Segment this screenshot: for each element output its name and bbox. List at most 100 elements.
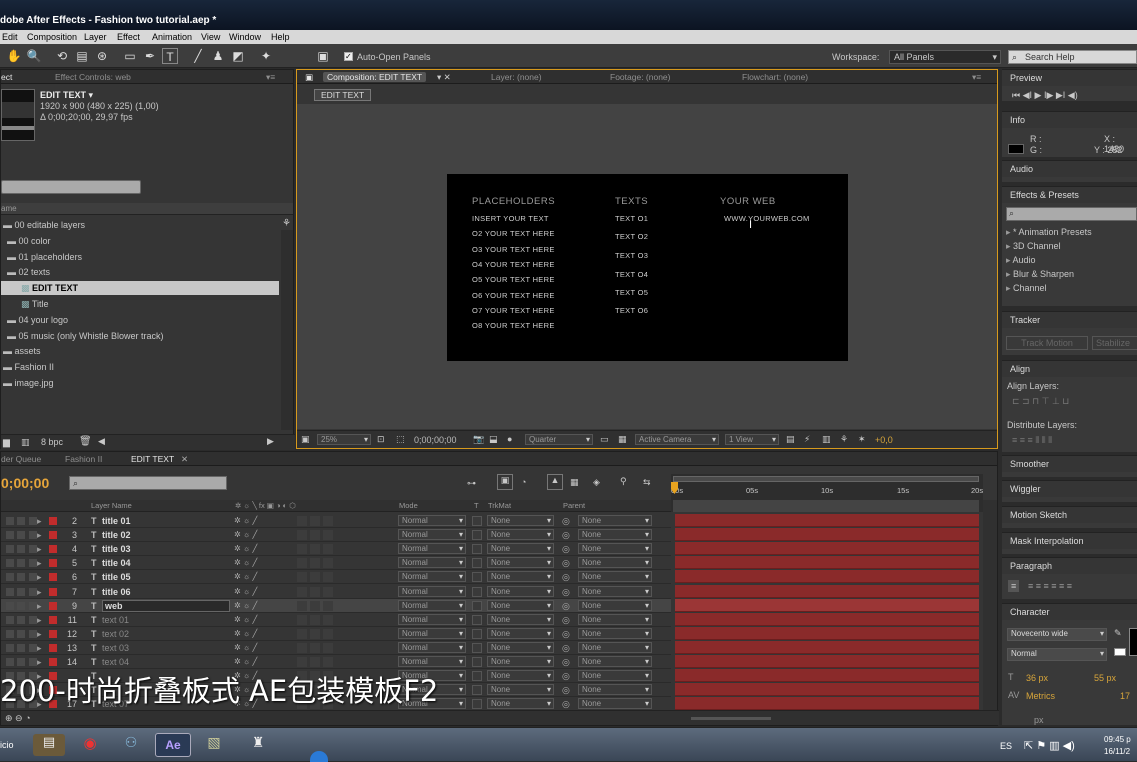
parent-select[interactable]: None <box>578 529 652 541</box>
preview-header[interactable]: Preview <box>1002 70 1137 86</box>
brush-tool-icon[interactable]: ╱ <box>190 48 206 64</box>
tab-project[interactable]: ect <box>1 72 12 82</box>
layer-switches-icons[interactable]: ✲ ☼ ╱ <box>234 514 257 528</box>
mask-interpolation-header[interactable]: Mask Interpolation <box>1002 533 1137 549</box>
project-item[interactable]: ▬ 00 color <box>1 234 279 248</box>
layer-name[interactable]: text 01 <box>102 613 129 627</box>
info-header[interactable]: Info <box>1002 112 1137 128</box>
placeholder-text[interactable]: O2 YOUR TEXT HERE <box>472 229 555 238</box>
layer-row[interactable]: ▸ 3 Ttitle 02 ✲ ☼ ╱ Normal None ◎ None <box>1 528 671 543</box>
expand-arrow-icon[interactable]: ▸ <box>37 613 42 627</box>
clock-time[interactable]: 09:45 p <box>1104 735 1131 744</box>
layer-row[interactable]: ▸ 11 Ttext 01 ✲ ☼ ╱ Normal None ◎ None <box>1 613 671 627</box>
project-item[interactable]: ▬ 05 music (only Whistle Blower track) <box>1 329 279 343</box>
live-update-icon[interactable]: ⇆ <box>643 477 651 488</box>
expand-arrow-icon[interactable]: ▸ <box>37 599 42 613</box>
tracking-value[interactable]: 17 <box>1120 691 1130 701</box>
layer-name[interactable]: title 01 <box>102 514 131 528</box>
timeline-icon[interactable]: ▥ <box>822 434 831 445</box>
expand-arrow-icon[interactable]: ▸ <box>37 556 42 570</box>
switch-box[interactable] <box>310 572 320 583</box>
blend-mode-select[interactable]: Normal <box>398 529 466 541</box>
paragraph-align-icons[interactable]: ≡ ≡ ≡ ≡ ≡ ≡ <box>1028 581 1072 591</box>
switch-box[interactable] <box>310 586 320 597</box>
layer-switches-icons[interactable]: ✲ ☼ ╱ <box>234 599 257 613</box>
layer-name[interactable]: title 06 <box>102 585 131 599</box>
layer-switches-icons[interactable]: ✲ ☼ ╱ <box>234 641 257 655</box>
video-toggle[interactable] <box>6 531 14 540</box>
pickwhip-icon[interactable]: ◎ <box>562 613 570 627</box>
switch-box[interactable] <box>323 544 333 555</box>
expand-arrow-icon[interactable]: ▸ <box>1006 241 1013 251</box>
camera-select[interactable]: Active Camera <box>635 434 719 445</box>
start-button[interactable]: icio <box>0 740 14 750</box>
pickwhip-icon[interactable]: ◎ <box>562 542 570 556</box>
text-tool-icon[interactable]: T <box>162 48 178 64</box>
switch-box[interactable] <box>297 586 307 597</box>
layer-name-header[interactable]: Layer Name <box>91 500 132 512</box>
video-toggle[interactable] <box>6 573 14 582</box>
distribute-buttons-icons[interactable]: ≡ ≡ ≡ ⦀ ⦀ ⦀ <box>1012 435 1052 446</box>
menu-window[interactable]: Window <box>229 32 261 42</box>
roi-icon[interactable]: ▭ <box>600 434 609 445</box>
layer-name[interactable]: text 02 <box>102 627 129 641</box>
label-color-swatch[interactable] <box>49 517 57 525</box>
comp-canvas[interactable]: PLACEHOLDERS TEXTS YOUR WEB INSERT YOUR … <box>447 174 848 361</box>
video-toggle[interactable] <box>6 601 14 610</box>
video-toggle[interactable] <box>6 629 14 638</box>
parent-select[interactable]: None <box>578 670 652 682</box>
video-toggle[interactable] <box>6 587 14 596</box>
pickwhip-icon[interactable]: ◎ <box>562 655 570 669</box>
preserve-transparency-checkbox[interactable] <box>472 600 482 611</box>
expand-arrow-icon[interactable]: ▸ <box>37 641 42 655</box>
panel-menu-icon[interactable]: ▾≡ <box>266 72 275 83</box>
project-item[interactable]: ▬ 02 texts <box>1 265 279 279</box>
lock-toggle[interactable] <box>29 643 37 652</box>
expand-arrow-icon[interactable]: ▸ <box>1006 283 1013 293</box>
web-text[interactable]: WWW.YOURWEB.COM <box>724 214 810 223</box>
eraser-tool-icon[interactable]: ◩ <box>230 48 246 64</box>
language-indicator[interactable]: ES <box>1000 741 1012 751</box>
comp-timecode[interactable]: 0;00;00;00 <box>414 435 457 445</box>
track-motion-button[interactable]: Track Motion <box>1006 336 1088 350</box>
lock-icon[interactable]: ▣ <box>305 72 313 83</box>
view-layout-select[interactable]: 1 View <box>725 434 779 445</box>
comp-mini-flowchart-icon[interactable]: ⊶ <box>467 478 476 489</box>
switch-box[interactable] <box>310 516 320 526</box>
channels-icon[interactable]: ● <box>507 434 512 444</box>
pickwhip-icon[interactable]: ◎ <box>562 570 570 584</box>
preserve-transparency-checkbox[interactable] <box>472 530 482 541</box>
layer-name[interactable]: web <box>102 599 230 612</box>
fast-preview-icon[interactable]: ⚡ <box>804 434 810 445</box>
blend-mode-select[interactable]: Normal <box>398 585 466 597</box>
preserve-transparency-checkbox[interactable] <box>472 558 482 569</box>
placeholder-text[interactable]: O8 YOUR TEXT HERE <box>472 321 555 330</box>
comp-dropdown-icon[interactable]: ▾ ✕ <box>437 72 451 83</box>
brainstorm-icon[interactable]: ◈ <box>593 477 600 488</box>
expand-arrow-icon[interactable]: ▸ <box>37 627 42 641</box>
switch-box[interactable] <box>297 642 307 653</box>
preserve-transparency-checkbox[interactable] <box>472 657 482 667</box>
solo-toggle[interactable] <box>17 559 25 568</box>
parent-select[interactable]: None <box>578 599 652 611</box>
switch-box[interactable] <box>323 628 333 639</box>
preserve-transparency-checkbox[interactable] <box>472 699 482 710</box>
pickwhip-icon[interactable]: ◎ <box>562 585 570 599</box>
video-toggle[interactable] <box>6 643 14 652</box>
project-item[interactable]: ▬ Fashion II <box>1 360 279 374</box>
layer-duration-bar[interactable] <box>675 655 979 668</box>
pickwhip-icon[interactable]: ◎ <box>562 683 570 697</box>
blend-mode-select[interactable]: Normal <box>398 599 466 611</box>
lock-toggle[interactable] <box>29 531 37 540</box>
parent-select[interactable]: None <box>578 571 652 583</box>
solo-toggle[interactable] <box>17 658 25 666</box>
kerning-value[interactable]: Metrics <box>1026 691 1055 701</box>
placeholder-text[interactable]: O6 YOUR TEXT HERE <box>472 291 555 300</box>
comp-breadcrumb[interactable]: EDIT TEXT <box>314 89 372 101</box>
preview-controls-icons[interactable]: ⏮ ◀I ▶ I▶ ▶I ◀) <box>1012 90 1078 101</box>
paragraph-header[interactable]: Paragraph <box>1002 558 1137 574</box>
layer-row[interactable]: ▸ 7 Ttitle 06 ✲ ☼ ╱ Normal None ◎ None <box>1 585 671 599</box>
close-tab-icon[interactable]: ✕ <box>181 454 188 465</box>
switch-box[interactable] <box>297 516 307 526</box>
effect-category[interactable]: ▸ 3D Channel <box>1006 239 1061 253</box>
